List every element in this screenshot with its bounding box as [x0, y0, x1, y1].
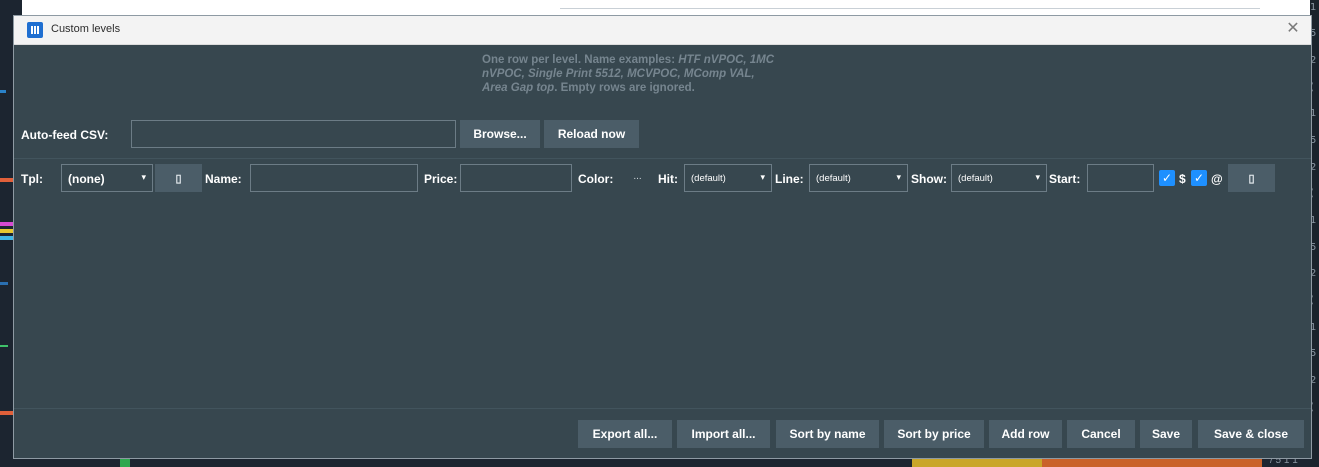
- at-label: @: [1211, 172, 1223, 186]
- show-select[interactable]: (default) ▾: [951, 164, 1047, 192]
- app-icon: [27, 22, 43, 38]
- chevron-down-icon: ▾: [141, 172, 146, 182]
- hit-select-value: (default): [691, 173, 726, 184]
- custom-levels-dialog: Custom levels ✕ One row per level. Name …: [13, 15, 1312, 459]
- name-input[interactable]: [250, 164, 418, 192]
- start-label: Start:: [1049, 172, 1081, 186]
- cancel-button[interactable]: Cancel: [1067, 420, 1135, 448]
- name-label: Name:: [205, 172, 242, 186]
- price-label: Price:: [424, 172, 458, 186]
- dollar-checkbox[interactable]: ✓: [1159, 170, 1175, 186]
- line-select-value: (default): [816, 173, 851, 184]
- close-icon[interactable]: ✕: [1283, 19, 1303, 39]
- delete-row-button[interactable]: ▯: [1228, 164, 1275, 192]
- help-lead: One row per level. Name examples:: [482, 54, 679, 66]
- divider-bottom: [14, 408, 1311, 409]
- color-label: Color:: [578, 172, 614, 186]
- hit-label: Hit:: [658, 172, 678, 186]
- tpl-select[interactable]: (none) ▾: [61, 164, 153, 192]
- save-and-close-button[interactable]: Save & close: [1198, 420, 1304, 448]
- template-icon: ▯: [175, 172, 182, 185]
- hit-select[interactable]: (default) ▾: [684, 164, 772, 192]
- dollar-label: $: [1179, 172, 1186, 186]
- chevron-down-icon: ▾: [896, 172, 901, 182]
- start-input[interactable]: [1087, 164, 1154, 192]
- price-input[interactable]: [460, 164, 572, 192]
- autofeed-csv-input[interactable]: [131, 120, 456, 148]
- reload-now-button[interactable]: Reload now: [544, 120, 639, 148]
- chevron-down-icon: ▾: [1035, 172, 1040, 182]
- chevron-down-icon: ▾: [760, 172, 765, 182]
- sort-by-price-button[interactable]: Sort by price: [884, 420, 984, 448]
- add-row-button[interactable]: Add row: [989, 420, 1062, 448]
- autofeed-label: Auto-feed CSV:: [21, 128, 109, 142]
- export-all-button[interactable]: Export all...: [578, 420, 672, 448]
- help-tail: . Empty rows are ignored.: [554, 82, 695, 94]
- divider-top: [14, 158, 1311, 159]
- help-text: One row per level. Name examples: HTF nV…: [482, 53, 782, 95]
- line-label: Line:: [775, 172, 804, 186]
- title-bar: Custom levels ✕: [14, 16, 1311, 45]
- show-label: Show:: [911, 172, 947, 186]
- window-title: Custom levels: [51, 23, 121, 35]
- browse-button[interactable]: Browse...: [460, 120, 540, 148]
- line-select[interactable]: (default) ▾: [809, 164, 908, 192]
- save-button[interactable]: Save: [1140, 420, 1192, 448]
- tpl-action-button[interactable]: ▯: [155, 164, 202, 192]
- import-all-button[interactable]: Import all...: [677, 420, 770, 448]
- tpl-label: Tpl:: [21, 172, 43, 186]
- tpl-select-value: (none): [68, 172, 105, 186]
- background-top-line: [560, 8, 1260, 9]
- trash-icon: ▯: [1248, 172, 1255, 185]
- sort-by-name-button[interactable]: Sort by name: [776, 420, 879, 448]
- color-picker-button[interactable]: ...: [619, 164, 656, 192]
- show-select-value: (default): [958, 173, 993, 184]
- at-checkbox[interactable]: ✓: [1191, 170, 1207, 186]
